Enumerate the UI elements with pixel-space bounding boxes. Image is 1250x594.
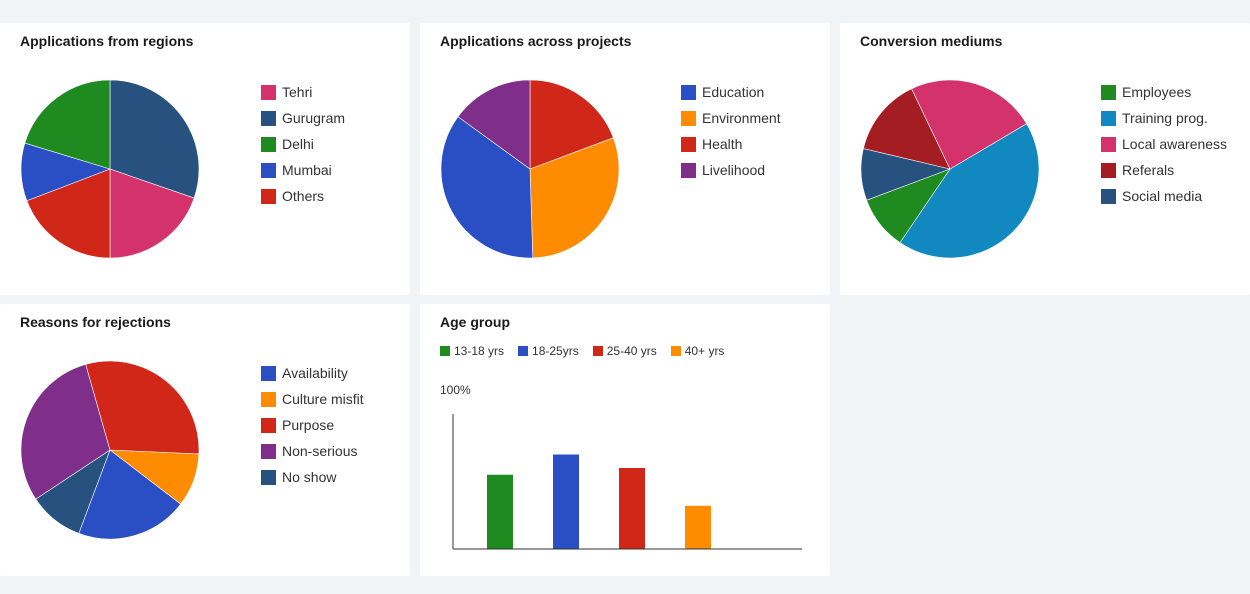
legend-swatch xyxy=(1101,84,1116,100)
conversion-card: Conversion mediums Employees Training pro… xyxy=(840,23,1250,295)
legend-item-livelihood[interactable]: Livelihood xyxy=(681,157,781,183)
legend-item-purpose[interactable]: Purpose xyxy=(261,412,364,438)
card-title: Reasons for rejections xyxy=(20,314,171,330)
legend-label: Delhi xyxy=(282,136,314,152)
legend-swatch xyxy=(261,469,276,485)
legend-item-local-awareness[interactable]: Local awareness xyxy=(1101,131,1227,157)
legend-label: Environment xyxy=(702,110,781,126)
legend-swatch xyxy=(261,162,276,178)
legend-swatch xyxy=(1101,188,1116,204)
legend-swatch xyxy=(681,162,696,178)
legend-item-training-prog[interactable]: Training prog. xyxy=(1101,105,1227,131)
legend-label: Mumbai xyxy=(282,162,332,178)
legend-label: Training prog. xyxy=(1122,110,1208,126)
legend-item-delhi[interactable]: Delhi xyxy=(261,131,345,157)
legend-item-environment[interactable]: Environment xyxy=(681,105,781,131)
legend-item-health[interactable]: Health xyxy=(681,131,781,157)
legend-item-mumbai[interactable]: Mumbai xyxy=(261,157,345,183)
regions-card: Applications from regions Tehri Gurugram D… xyxy=(0,23,410,295)
projects-legend: Education Environment Health Livelihood xyxy=(681,79,781,183)
legend-item-others[interactable]: Others xyxy=(261,183,345,209)
legend-swatch xyxy=(681,84,696,100)
legend-label: Livelihood xyxy=(702,162,766,178)
conversion-pie-chart xyxy=(860,79,1040,259)
legend-label: No show xyxy=(282,469,337,485)
legend-swatch xyxy=(261,365,276,381)
age-card: Age group 13-18 yrs 18-25yrs 25-40 yrs 40+ … xyxy=(420,304,830,576)
legend-swatch xyxy=(261,443,276,459)
legend-label: Purpose xyxy=(282,417,335,433)
legend-swatch xyxy=(1101,162,1116,178)
card-title: Applications across projects xyxy=(440,33,632,49)
legend-label: Non-serious xyxy=(282,443,358,459)
legend-label: Gurugram xyxy=(282,110,346,126)
legend-swatch xyxy=(681,110,696,126)
legend-item-non-serious[interactable]: Non-serious xyxy=(261,438,364,464)
legend-swatch xyxy=(1101,110,1116,126)
legend-label: Employees xyxy=(1122,84,1192,100)
bar-25-40-yrs[interactable] xyxy=(619,468,645,549)
card-title: Conversion mediums xyxy=(860,33,1003,49)
legend-swatch xyxy=(261,391,276,407)
legend-swatch xyxy=(261,110,276,126)
legend-label: Social media xyxy=(1122,188,1203,204)
legend-swatch xyxy=(261,136,276,152)
bar-13-18-yrs[interactable] xyxy=(487,474,513,549)
legend-swatch xyxy=(261,417,276,433)
bar-18-25yrs[interactable] xyxy=(553,454,579,550)
legend-label: Others xyxy=(282,188,325,204)
regions-pie-chart xyxy=(20,79,200,259)
rejections-card: Reasons for rejections Availability Cultu… xyxy=(0,304,410,576)
legend-label: Education xyxy=(702,84,765,100)
age-bar-chart xyxy=(452,414,802,550)
legend-swatch xyxy=(261,84,276,100)
rejections-legend: Availability Culture misfit Purpose Non-ser… xyxy=(261,360,364,490)
legend-label: Tehri xyxy=(282,84,313,100)
bar-40-yrs[interactable] xyxy=(685,505,711,549)
legend-item-culture-misfit[interactable]: Culture misfit xyxy=(261,386,364,412)
legend-swatch xyxy=(261,188,276,204)
legend-item-availability[interactable]: Availability xyxy=(261,360,364,386)
legend-item-employees[interactable]: Employees xyxy=(1101,79,1227,105)
legend-label: Availability xyxy=(282,365,348,381)
projects-pie-chart xyxy=(440,79,620,259)
card-title: Applications from regions xyxy=(20,33,194,49)
legend-swatch xyxy=(681,136,696,152)
regions-legend: Tehri Gurugram Delhi Mumbai Others xyxy=(261,79,345,209)
legend-item-education[interactable]: Education xyxy=(681,79,781,105)
conversion-legend: Employees Training prog. Local awareness Re… xyxy=(1101,79,1227,209)
legend-label: Referals xyxy=(1122,162,1175,178)
legend-label: Health xyxy=(702,136,743,152)
legend-item-tehri[interactable]: Tehri xyxy=(261,79,345,105)
legend-label: Culture misfit xyxy=(282,391,364,407)
legend-label: Local awareness xyxy=(1122,136,1228,152)
projects-card: Applications across projects Education En… xyxy=(420,23,830,295)
legend-item-gurugram[interactable]: Gurugram xyxy=(261,105,345,131)
legend-item-no-show[interactable]: No show xyxy=(261,464,364,490)
rejections-pie-chart xyxy=(20,360,200,540)
legend-item-referals[interactable]: Referals xyxy=(1101,157,1227,183)
legend-swatch xyxy=(1101,136,1116,152)
legend-item-social-media[interactable]: Social media xyxy=(1101,183,1227,209)
